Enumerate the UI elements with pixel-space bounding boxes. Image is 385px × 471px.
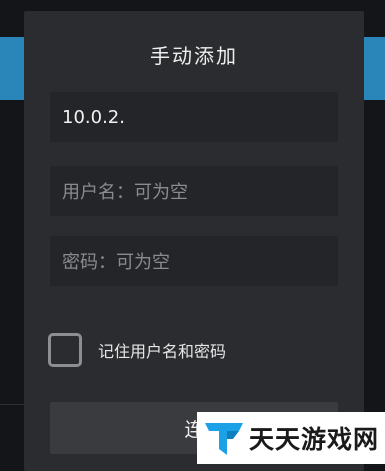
dialog-title: 手动添加 [150,44,238,68]
username-field[interactable]: 用户名：可为空 [50,166,338,216]
manual-add-dialog: 手动添加 10.0.2. 用户名：可为空 密码：可为空 记住用户名和密码 连 [24,11,364,471]
password-placeholder: 密码：可为空 [62,252,170,273]
background-header-band-left [0,37,26,100]
password-field[interactable]: 密码：可为空 [50,236,338,286]
remember-credentials-row[interactable]: 记住用户名和密码 [48,333,226,367]
remember-label: 记住用户名和密码 [98,342,227,361]
watermark-logo-icon [205,423,243,455]
ip-address-value: 10.0.2. [62,106,125,128]
watermark-text: 天天游戏网 [249,425,380,454]
remember-checkbox[interactable] [48,333,82,367]
username-placeholder: 用户名：可为空 [62,182,188,203]
ip-address-field[interactable]: 10.0.2. [50,92,338,142]
site-watermark: 天天游戏网 [197,412,385,464]
background-header-band-right [363,37,385,100]
background-divider [0,404,24,405]
